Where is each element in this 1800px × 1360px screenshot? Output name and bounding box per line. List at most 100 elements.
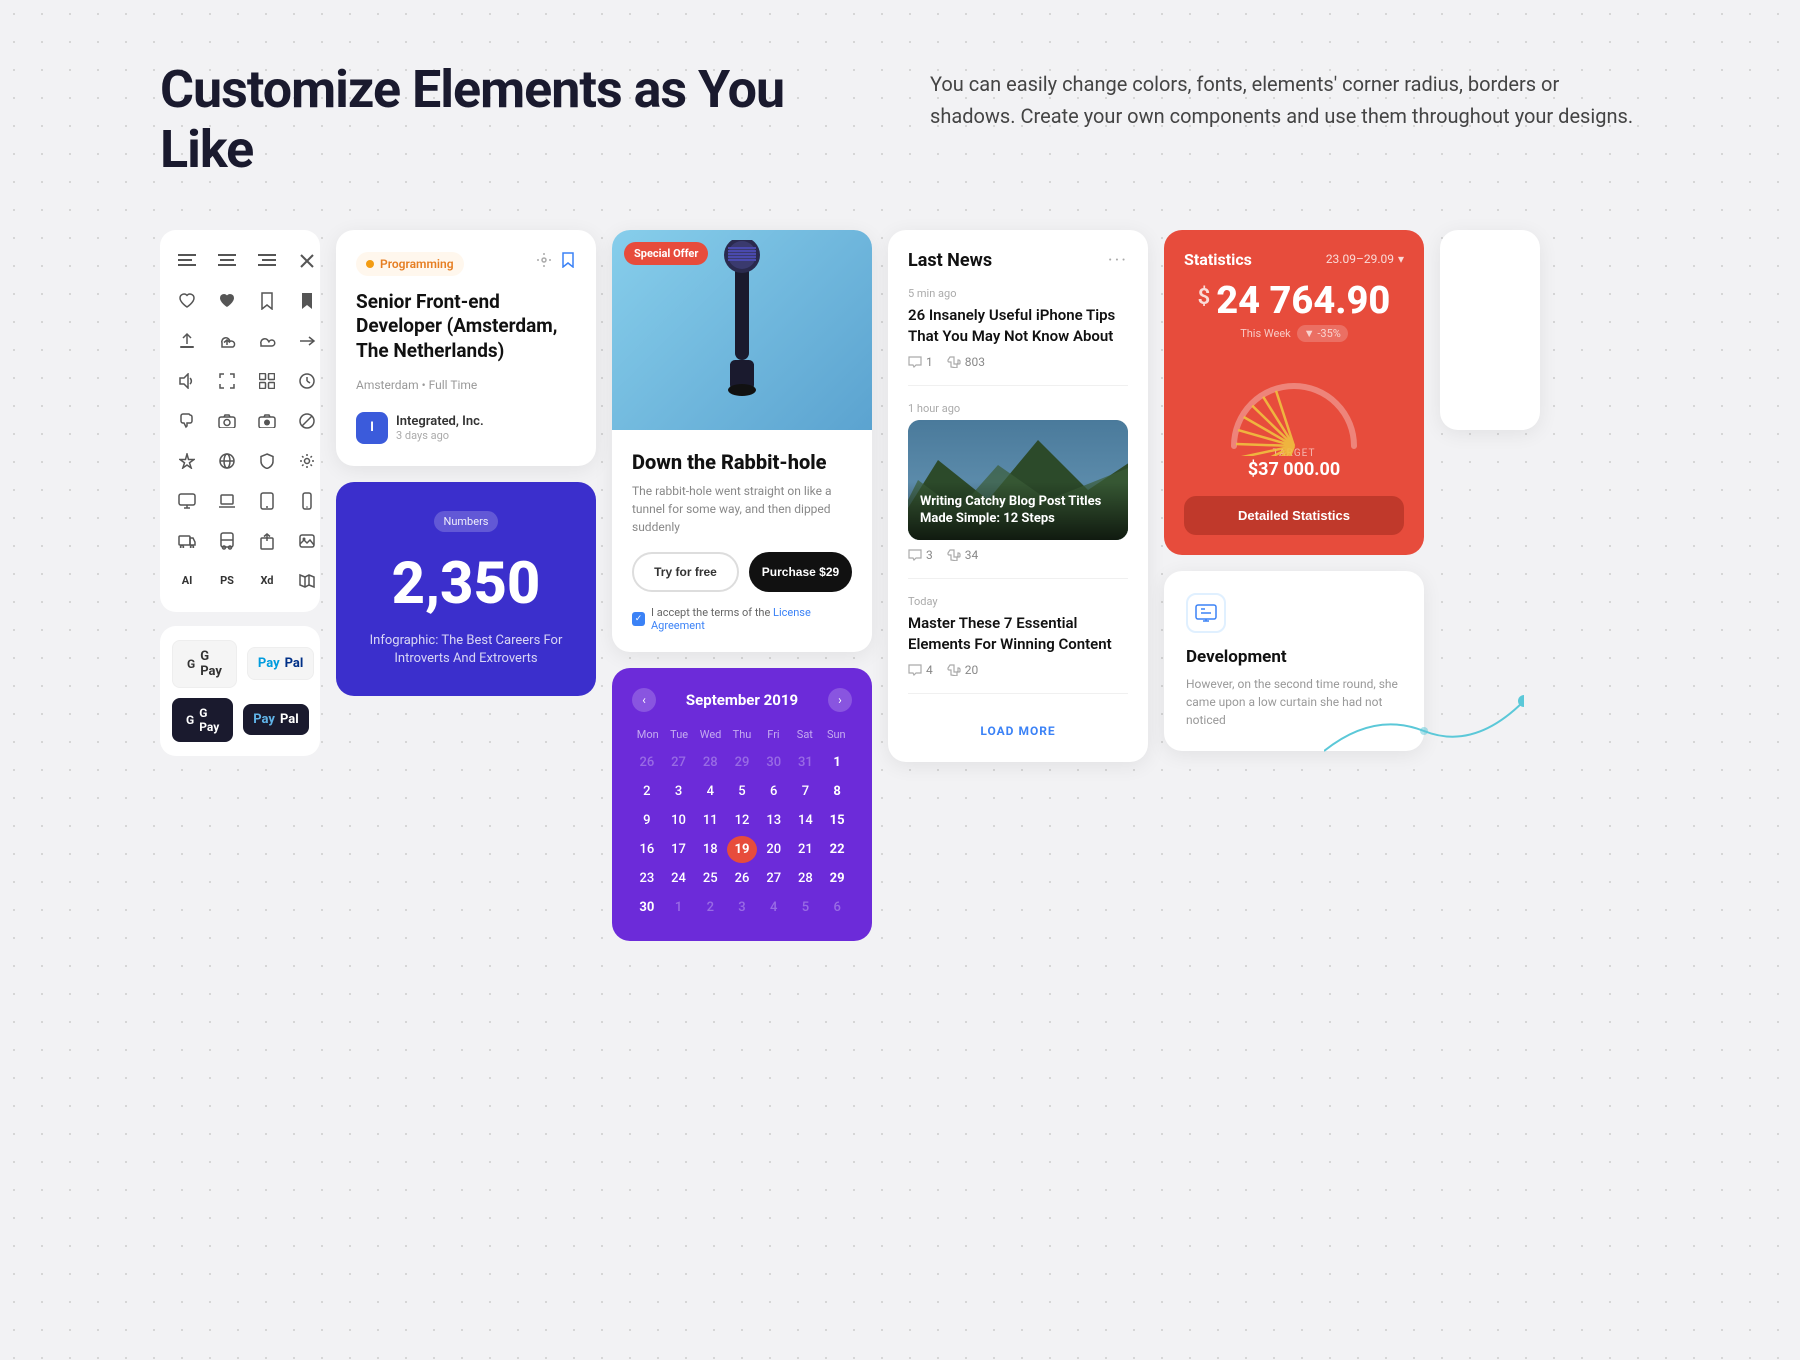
align-left-icon[interactable] — [176, 250, 198, 272]
clock-icon[interactable] — [296, 370, 318, 392]
settings2-icon[interactable] — [536, 252, 552, 268]
cal-day[interactable]: 4 — [695, 778, 725, 805]
cal-prev-button[interactable]: ‹ — [632, 688, 656, 712]
cal-day[interactable]: 15 — [822, 807, 852, 834]
partial-card-right — [1440, 230, 1540, 430]
image-icon[interactable] — [296, 530, 318, 552]
product-title: Down the Rabbit-hole — [632, 450, 852, 474]
cal-day[interactable]: 6 — [759, 778, 789, 805]
cal-day[interactable]: 3 — [727, 894, 757, 921]
load-more-button[interactable]: LOAD MORE — [908, 710, 1128, 742]
purchase-button[interactable]: Purchase $29 — [749, 552, 852, 592]
cal-day[interactable]: 9 — [632, 807, 662, 834]
news-title: Last News — [908, 250, 992, 271]
cal-day[interactable]: 7 — [791, 778, 821, 805]
cal-day[interactable]: 10 — [664, 807, 694, 834]
arrow-right-icon[interactable] — [296, 330, 318, 352]
camera1-icon[interactable] — [216, 410, 238, 432]
cal-day[interactable]: 4 — [759, 894, 789, 921]
cal-day[interactable]: 23 — [632, 865, 662, 892]
cal-day[interactable]: 27 — [759, 865, 789, 892]
shield-icon[interactable] — [256, 450, 278, 472]
xd-icon[interactable]: Xd — [256, 570, 278, 592]
cal-day[interactable]: 20 — [759, 836, 789, 863]
settings-icon[interactable] — [256, 370, 278, 392]
cal-day[interactable]: 2 — [632, 778, 662, 805]
cal-day[interactable]: 30 — [759, 749, 789, 776]
align-right-icon[interactable] — [256, 250, 278, 272]
cal-day[interactable]: 27 — [664, 749, 694, 776]
terms-row: ✓ I accept the terms of the License Agre… — [632, 606, 852, 632]
ai-icon[interactable]: AI — [176, 570, 198, 592]
globe-icon[interactable] — [216, 450, 238, 472]
cal-day[interactable]: 21 — [791, 836, 821, 863]
product-card: Special Offer — [612, 230, 872, 652]
upload-icon[interactable] — [176, 330, 198, 352]
cal-day[interactable]: 13 — [759, 807, 789, 834]
cal-day[interactable]: 3 — [664, 778, 694, 805]
cal-next-button[interactable]: › — [828, 688, 852, 712]
camera2-icon[interactable] — [256, 410, 278, 432]
cal-day[interactable]: 30 — [632, 894, 662, 921]
stats-details-button[interactable]: Detailed Statistics — [1184, 496, 1404, 535]
cal-day[interactable]: 26 — [727, 865, 757, 892]
cal-day[interactable]: 1 — [664, 894, 694, 921]
cal-day[interactable]: 18 — [695, 836, 725, 863]
upload2-icon[interactable] — [256, 530, 278, 552]
expand-icon[interactable] — [216, 370, 238, 392]
cal-day[interactable]: 12 — [727, 807, 757, 834]
heart-outline-icon[interactable] — [176, 290, 198, 312]
cal-day[interactable]: 5 — [727, 778, 757, 805]
cal-day[interactable]: 5 — [791, 894, 821, 921]
cal-day[interactable]: 11 — [695, 807, 725, 834]
cal-day[interactable]: 6 — [822, 894, 852, 921]
cal-day[interactable]: 31 — [791, 749, 821, 776]
job-title: Senior Front-end Developer (Amsterdam, T… — [356, 290, 576, 364]
cloud-icon[interactable] — [256, 330, 278, 352]
job-company: I Integrated, Inc. 3 days ago — [356, 412, 576, 444]
truck-icon[interactable] — [176, 530, 198, 552]
gear-icon[interactable] — [296, 450, 318, 472]
mobile-icon[interactable] — [296, 490, 318, 512]
try-free-button[interactable]: Try for free — [632, 552, 739, 592]
product-illustration — [707, 240, 777, 420]
volume-icon[interactable] — [176, 370, 198, 392]
bus-icon[interactable] — [216, 530, 238, 552]
bookmark2-icon[interactable] — [560, 252, 576, 268]
align-center-icon[interactable] — [216, 250, 238, 272]
numbers-value: 2,350 — [358, 550, 574, 618]
job-tag: Programming — [356, 252, 464, 276]
sparkle-icon[interactable] — [176, 450, 198, 472]
monitor-icon[interactable] — [176, 490, 198, 512]
bookmark-icon[interactable] — [256, 290, 278, 312]
close-icon[interactable] — [296, 250, 318, 272]
cal-day[interactable]: 17 — [664, 836, 694, 863]
forbidden-icon[interactable] — [296, 410, 318, 432]
cal-day[interactable]: 24 — [664, 865, 694, 892]
map-icon[interactable] — [296, 570, 318, 592]
cal-day[interactable]: 14 — [791, 807, 821, 834]
cal-day[interactable]: 26 — [632, 749, 662, 776]
cal-day[interactable]: 28 — [791, 865, 821, 892]
thumb-down-icon[interactable] — [176, 410, 198, 432]
cal-day[interactable]: 22 — [822, 836, 852, 863]
cal-day[interactable]: 25 — [695, 865, 725, 892]
cal-day-today[interactable]: 19 — [727, 836, 757, 863]
cloud-upload-icon[interactable] — [216, 330, 238, 352]
cal-day[interactable]: 29 — [727, 749, 757, 776]
cal-day[interactable]: 28 — [695, 749, 725, 776]
tablet-icon[interactable] — [256, 490, 278, 512]
cal-day[interactable]: 1 — [822, 749, 852, 776]
terms-checkbox[interactable]: ✓ — [632, 612, 645, 626]
cal-day[interactable]: 2 — [695, 894, 725, 921]
gpay-light-badge: G G Pay — [172, 640, 237, 688]
news-more-icon[interactable]: ··· — [1108, 250, 1128, 271]
news-card: Last News ··· 5 min ago 26 Insanely Usef… — [888, 230, 1148, 762]
cal-day[interactable]: 16 — [632, 836, 662, 863]
heart-filled-icon[interactable] — [216, 290, 238, 312]
ps-icon[interactable]: PS — [216, 570, 238, 592]
bookmark-filled-icon[interactable] — [296, 290, 318, 312]
laptop-icon[interactable] — [216, 490, 238, 512]
cal-day[interactable]: 29 — [822, 865, 852, 892]
cal-day[interactable]: 8 — [822, 778, 852, 805]
